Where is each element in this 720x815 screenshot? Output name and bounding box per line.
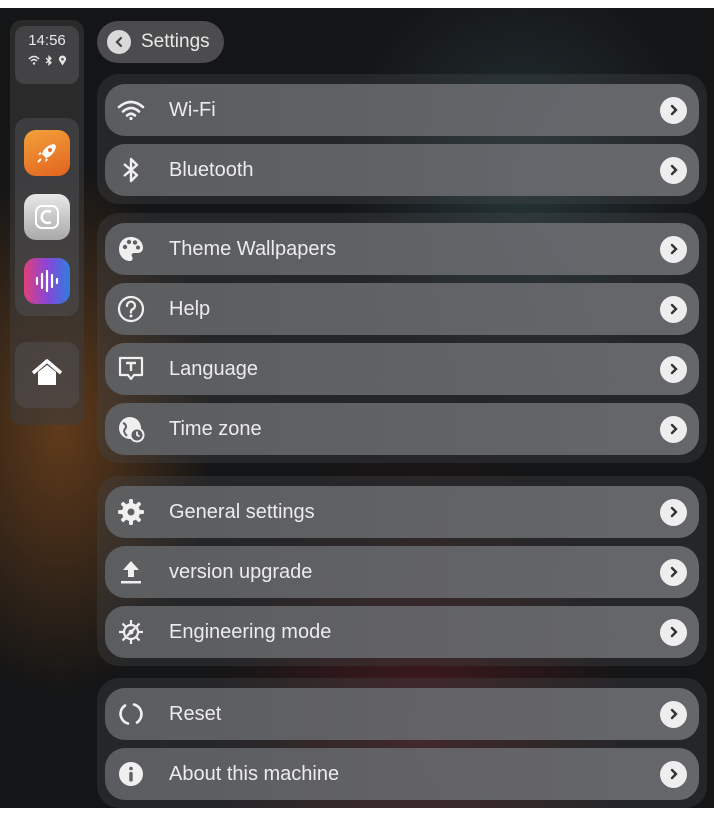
back-arrow-icon [107, 30, 131, 54]
engineering-gear-icon [115, 616, 147, 648]
settings-row-label: Engineering mode [169, 620, 332, 643]
chevron-right-icon [660, 700, 687, 728]
wifi-icon [27, 55, 40, 66]
settings-row-label: Reset [169, 702, 222, 725]
status-bar: 14:56 [15, 26, 79, 84]
settings-group-connectivity: Wi-Fi Bluetooth [97, 74, 707, 204]
settings-row-label: Bluetooth [169, 158, 254, 181]
bluetooth-icon [45, 55, 53, 66]
settings-row-about-this-machine[interactable]: About this machine [105, 748, 699, 800]
car-screen: 14:56 Settings Wi-Fi Bluetooth Theme Wal… [0, 8, 714, 808]
status-icons [15, 55, 79, 66]
home-icon [30, 358, 64, 393]
side-dock: 14:56 [10, 20, 84, 425]
palette-icon [115, 233, 147, 265]
settings-row-time-zone[interactable]: Time zone [105, 403, 699, 455]
chevron-right-icon [660, 618, 687, 646]
settings-row-general-settings[interactable]: General settings [105, 486, 699, 538]
language-icon [115, 353, 147, 385]
settings-row-bluetooth[interactable]: Bluetooth [105, 144, 699, 196]
settings-row-language[interactable]: Language [105, 343, 699, 395]
chevron-right-icon [660, 498, 687, 526]
settings-row-help[interactable]: Help [105, 283, 699, 335]
location-icon [58, 55, 67, 66]
settings-row-version-upgrade[interactable]: version upgrade [105, 546, 699, 598]
chevron-right-icon [660, 558, 687, 586]
clock: 14:56 [28, 32, 66, 49]
settings-row-label: Time zone [169, 417, 262, 440]
settings-group-device: Reset About this machine [97, 678, 707, 808]
settings-row-label: version upgrade [169, 560, 313, 583]
chevron-right-icon [660, 156, 687, 184]
settings-row-label: Theme Wallpapers [169, 237, 337, 260]
page-title: Settings [141, 31, 210, 52]
settings-row-label: About this machine [169, 762, 340, 785]
home-button[interactable] [15, 342, 79, 408]
carplay-app-icon[interactable] [24, 194, 70, 240]
chevron-right-icon [660, 96, 687, 124]
music-app-icon[interactable] [24, 258, 70, 304]
gear-icon [115, 496, 147, 528]
globe-clock-icon [115, 413, 147, 445]
settings-group-system: General settings version upgrade Enginee… [97, 476, 707, 666]
app-launcher [15, 118, 79, 316]
chevron-right-icon [660, 415, 687, 443]
settings-group-display: Theme Wallpapers Help Language Time zone [97, 213, 707, 463]
bluetooth-icon [115, 154, 147, 186]
rocket-app-icon[interactable] [24, 130, 70, 176]
chevron-right-icon [660, 295, 687, 323]
settings-row-label: Help [169, 297, 211, 320]
chevron-right-icon [660, 355, 687, 383]
upload-icon [115, 556, 147, 588]
info-icon [115, 758, 147, 790]
settings-row-label: General settings [169, 500, 315, 523]
settings-row-reset[interactable]: Reset [105, 688, 699, 740]
settings-row-engineering-mode[interactable]: Engineering mode [105, 606, 699, 658]
settings-row-label: Language [169, 357, 258, 380]
reset-icon [115, 698, 147, 730]
wifi-icon [115, 94, 147, 126]
back-button[interactable]: Settings [97, 21, 224, 63]
chevron-right-icon [660, 235, 687, 263]
settings-row-theme-wallpapers[interactable]: Theme Wallpapers [105, 223, 699, 275]
settings-row-label: Wi-Fi [169, 98, 216, 121]
settings-row-wifi[interactable]: Wi-Fi [105, 84, 699, 136]
chevron-right-icon [660, 760, 687, 788]
help-icon [115, 293, 147, 325]
